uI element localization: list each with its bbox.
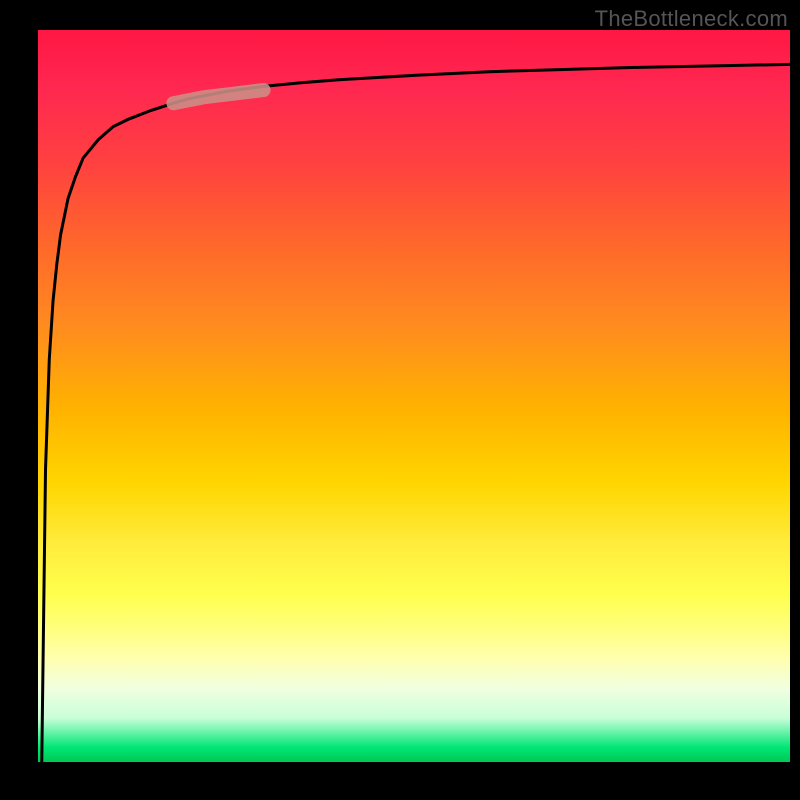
highlight-segment-path: [173, 90, 263, 103]
chart-curve-layer: [38, 30, 790, 762]
watermark-text: TheBottleneck.com: [595, 6, 788, 32]
bottleneck-curve-path: [42, 64, 790, 762]
